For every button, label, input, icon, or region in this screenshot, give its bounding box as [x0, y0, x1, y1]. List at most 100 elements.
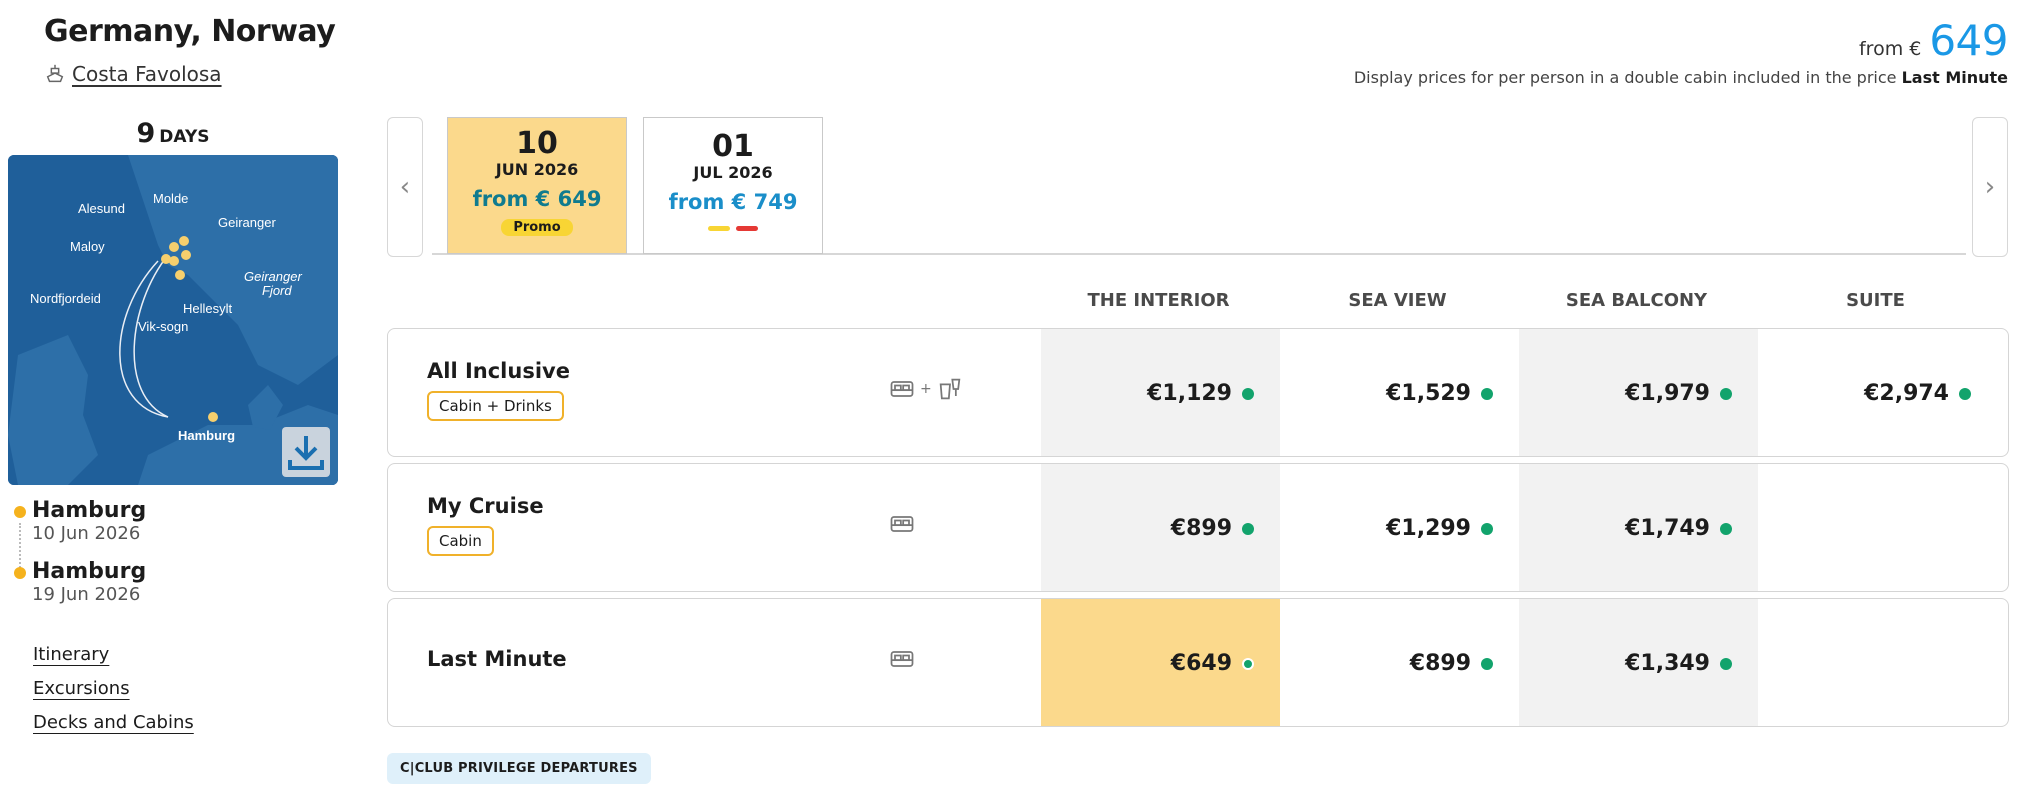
dates-next-button[interactable]: ›: [1972, 117, 2008, 257]
price-note-package: Last Minute: [1901, 68, 2008, 87]
itinerary-map[interactable]: Molde Alesund Geiranger Maloy Geiranger …: [8, 155, 338, 485]
price-cell-sea-balcony[interactable]: €1,349: [1519, 599, 1758, 726]
from-price: 649: [1929, 16, 2008, 65]
price-cell-sea-balcony[interactable]: €1,749: [1519, 464, 1758, 591]
promo-flags: [644, 226, 822, 231]
price-note-text: Display prices for per person in a doubl…: [1353, 68, 1897, 87]
departure-port-dot: [14, 506, 26, 518]
price-value: €1,349: [1625, 651, 1710, 676]
departure-port: Hamburg 10 Jun 2026: [32, 498, 146, 544]
price-cell-suite-empty: [1758, 464, 1997, 591]
col-header-sea-view: SEA VIEW: [1348, 290, 1447, 311]
price-value: €1,979: [1625, 381, 1710, 406]
price-value: €649: [1170, 651, 1232, 676]
date-tab-month: JUL 2026: [693, 163, 773, 182]
price-cell-sea-balcony[interactable]: €1,979: [1519, 329, 1758, 456]
price-cell-interior-selected[interactable]: €649: [1041, 599, 1280, 726]
package-name: My Cruise: [427, 494, 544, 518]
drinks-icon: [939, 378, 961, 400]
map-marker-molde: [179, 236, 189, 246]
port-connector: [19, 523, 21, 571]
bed-icon: [890, 651, 914, 667]
package-row-last-minute: Last Minute €649 €899 €1,349: [387, 598, 2009, 727]
excursions-link[interactable]: Excursions: [33, 678, 130, 699]
availability-dot: [1242, 522, 1254, 535]
price-value: €1,129: [1147, 381, 1232, 406]
price-value: €2,974: [1864, 381, 1949, 406]
map-label-hamburg: Hamburg: [178, 428, 235, 443]
price-cell-sea-view[interactable]: €899: [1280, 599, 1519, 726]
map-label-geiranger: Geiranger: [218, 215, 276, 230]
ship-icon: [46, 64, 64, 83]
package-icons: +: [888, 375, 964, 403]
price-value: €1,529: [1386, 381, 1471, 406]
date-tab-day: 01: [712, 129, 754, 164]
map-marker-alesund: [169, 242, 179, 252]
price-cell-suite[interactable]: €2,974: [1758, 329, 1997, 456]
price-cell-sea-view[interactable]: €1,299: [1280, 464, 1519, 591]
duration: 9 DAYS: [8, 118, 338, 149]
availability-dot: [1720, 522, 1732, 535]
chevron-left-icon: ‹: [399, 172, 411, 202]
date-tab-jun-2026[interactable]: 10 JUN 2026 from € 649 Promo: [447, 117, 627, 254]
map-label-molde: Molde: [153, 191, 188, 206]
bed-icon: [890, 381, 914, 397]
arrival-port-name: Hamburg: [32, 559, 147, 584]
col-header-interior: THE INTERIOR: [1087, 290, 1230, 311]
price-value: €1,299: [1386, 516, 1471, 541]
map-label-geiranger-fjord-2: Fjord: [262, 283, 292, 298]
plus-icon: +: [920, 381, 932, 397]
col-header-sea-balcony: SEA BALCONY: [1565, 290, 1708, 311]
download-icon: [288, 436, 324, 470]
departure-port-date: 10 Jun 2026: [32, 523, 141, 544]
availability-dot: [1720, 387, 1732, 400]
package-tag: Cabin: [427, 526, 494, 556]
package-icons: [888, 645, 916, 673]
flag-yellow: [708, 226, 730, 231]
promo-badge: Promo: [501, 219, 573, 236]
arrival-port-date: 19 Jun 2026: [32, 584, 141, 605]
price-value: €899: [1409, 651, 1471, 676]
availability-dot: [1242, 387, 1254, 400]
from-price-block: from € 649: [1858, 16, 2009, 65]
map-label-maloy: Maloy: [70, 239, 105, 254]
price-cell-interior[interactable]: €1,129: [1041, 329, 1280, 456]
chevron-right-icon: ›: [1984, 172, 1996, 202]
date-tab-day: 10: [516, 126, 558, 161]
col-header-suite: SUITE: [1846, 290, 1905, 311]
date-tab-jul-2026[interactable]: 01 JUL 2026 from € 749: [643, 117, 823, 254]
package-icons: [888, 510, 916, 538]
map-label-nordfjordeid: Nordfjordeid: [30, 291, 101, 306]
map-label-alesund: Alesund: [78, 201, 125, 216]
arrival-port-dot: [14, 567, 26, 579]
download-map-button[interactable]: [282, 427, 330, 477]
itinerary-link[interactable]: Itinerary: [33, 644, 109, 665]
page-title: Germany, Norway: [44, 14, 336, 49]
ship-name: Costa Favolosa: [72, 62, 222, 86]
price-value: €899: [1170, 516, 1232, 541]
date-tab-month: JUN 2026: [495, 160, 579, 179]
availability-dot: [1481, 522, 1493, 535]
map-marker-hellesylt: [175, 270, 185, 280]
price-value: €1,749: [1625, 516, 1710, 541]
availability-dot: [1481, 387, 1493, 400]
availability-dot: [1242, 657, 1254, 670]
cclub-privilege-badge[interactable]: C|CLUB PRIVILEGE DEPARTURES: [387, 753, 651, 784]
date-tab-price: from € 649: [472, 187, 602, 211]
map-label-vik-sogn: Vik-sogn: [138, 319, 188, 334]
decks-and-cabins-link[interactable]: Decks and Cabins: [33, 712, 194, 733]
flag-red: [736, 226, 758, 231]
map-marker-geiranger: [181, 250, 191, 260]
price-note: Display prices for per person in a doubl…: [1354, 68, 2008, 87]
package-name: All Inclusive: [427, 359, 570, 383]
date-tab-price: from € 749: [668, 190, 798, 214]
arrival-port: Hamburg 19 Jun 2026: [32, 559, 146, 605]
map-marker-nordfjordeid: [169, 256, 179, 266]
from-label: from €: [1858, 38, 1922, 60]
dates-prev-button[interactable]: ‹: [387, 117, 423, 257]
price-cell-suite-empty: [1758, 599, 1997, 726]
price-cell-sea-view[interactable]: €1,529: [1280, 329, 1519, 456]
ship-link[interactable]: Costa Favolosa: [44, 62, 222, 86]
bed-icon: [890, 516, 914, 532]
price-cell-interior[interactable]: €899: [1041, 464, 1280, 591]
